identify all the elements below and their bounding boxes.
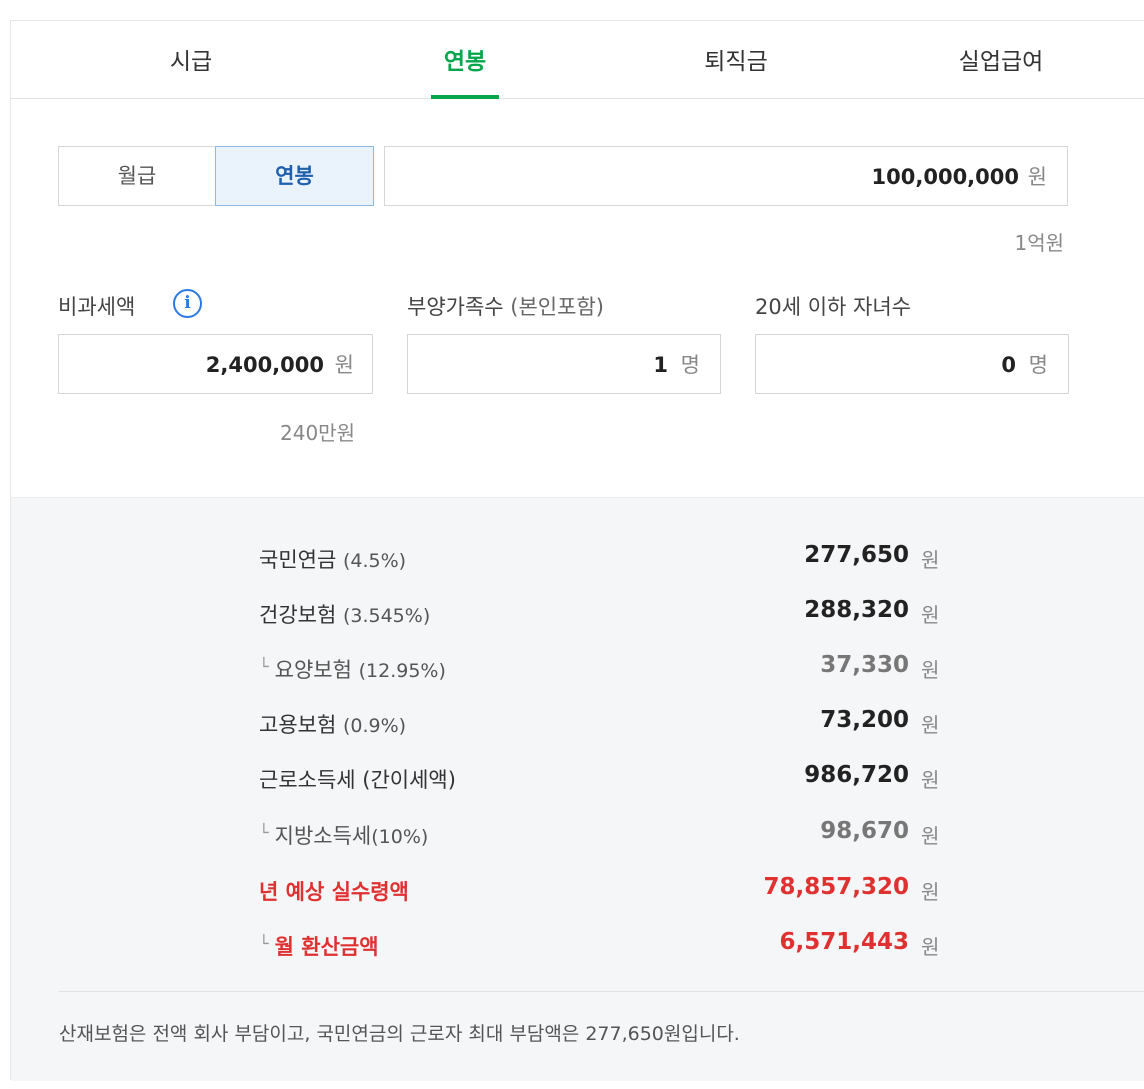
- salary-helper-text: 1억원: [1014, 231, 1064, 255]
- result-name: 근로소득세 (간이세액): [259, 768, 456, 792]
- result-name: 고용보험 (0.9%): [259, 713, 407, 737]
- tab-unemployment[interactable]: 실업급여: [936, 21, 1066, 99]
- monthly-toggle-button[interactable]: 월급: [58, 146, 216, 206]
- result-unit: 원: [921, 880, 940, 904]
- tab-hourly[interactable]: 시급: [141, 21, 241, 99]
- result-unit: 원: [921, 768, 940, 792]
- result-unit: 원: [921, 548, 940, 572]
- calculator-card: 시급 연봉 퇴직금 실업급여 월급 연봉 100,000,000 원 1억원 비…: [10, 20, 1144, 1081]
- footnote: 산재보험은 전액 회사 부담이고, 국민연금의 근로자 최대 부담액은 277,…: [59, 1023, 740, 1045]
- dependents-label-sub: (본인포함): [510, 295, 604, 319]
- children-label: 20세 이하 자녀수: [755, 295, 911, 319]
- result-amount: 78,857,320: [763, 874, 909, 900]
- dependents-input[interactable]: 1 명: [407, 334, 721, 394]
- children-value: 0: [1001, 353, 1016, 377]
- result-unit: 원: [921, 603, 940, 627]
- result-row-longterm-care: └ 요양보험 (12.95%) 37,330 원: [11, 650, 1144, 690]
- dependents-value: 1: [653, 353, 668, 377]
- dependents-unit: 명: [680, 353, 700, 377]
- result-row-annual-net: 년 예상 실수령액 78,857,320 원: [11, 872, 1144, 912]
- result-row-employment: 고용보험 (0.9%) 73,200 원: [11, 705, 1144, 745]
- results-panel: 국민연금 (4.5%) 277,650 원 건강보험 (3.545%) 288,…: [11, 497, 1144, 1081]
- result-amount: 37,330: [820, 652, 909, 678]
- results-divider: [59, 991, 1144, 992]
- tab-severance[interactable]: 퇴직금: [686, 21, 786, 99]
- result-name: └ 월 환산금액: [259, 934, 379, 959]
- result-row-income-tax: 근로소득세 (간이세액) 986,720 원: [11, 760, 1144, 800]
- active-tab-indicator: [431, 95, 499, 99]
- tab-annual[interactable]: 연봉: [415, 21, 515, 99]
- salary-value: 100,000,000: [871, 165, 1019, 189]
- result-row-local-tax: └ 지방소득세(10%) 98,670 원: [11, 816, 1144, 856]
- result-name: 건강보험 (3.545%): [259, 603, 431, 627]
- dependents-label: 부양가족수 (본인포함): [407, 291, 604, 321]
- result-unit: 원: [921, 713, 940, 737]
- result-unit: 원: [921, 824, 940, 848]
- result-amount: 986,720: [804, 762, 909, 788]
- result-amount: 98,670: [820, 818, 909, 844]
- info-icon[interactable]: i: [173, 289, 202, 318]
- result-amount: 73,200: [820, 707, 909, 733]
- nontax-input[interactable]: 2,400,000 원: [58, 334, 373, 394]
- result-unit: 원: [921, 935, 940, 959]
- result-row-pension: 국민연금 (4.5%) 277,650 원: [11, 540, 1144, 580]
- salary-unit: 원: [1027, 165, 1047, 189]
- result-amount: 6,571,443: [779, 929, 910, 955]
- result-amount: 277,650: [804, 542, 909, 568]
- dependents-label-text: 부양가족수: [407, 295, 504, 319]
- salary-input[interactable]: 100,000,000 원: [384, 146, 1068, 206]
- result-unit: 원: [921, 658, 940, 682]
- nontax-helper-text: 240만원: [280, 421, 355, 445]
- result-name: └ 요양보험 (12.95%): [259, 657, 446, 682]
- nontax-label: 비과세액: [58, 295, 136, 319]
- annual-toggle-button[interactable]: 연봉: [215, 146, 374, 206]
- children-input[interactable]: 0 명: [755, 334, 1069, 394]
- result-amount: 288,320: [804, 597, 909, 623]
- result-name: 국민연금 (4.5%): [259, 548, 407, 572]
- result-row-health: 건강보험 (3.545%) 288,320 원: [11, 595, 1144, 635]
- nontax-unit: 원: [334, 353, 354, 377]
- tab-bar: 시급 연봉 퇴직금 실업급여: [11, 21, 1144, 99]
- result-name: └ 지방소득세(10%): [259, 823, 429, 848]
- children-unit: 명: [1028, 353, 1048, 377]
- nontax-value: 2,400,000: [205, 353, 324, 377]
- result-name: 년 예상 실수령액: [259, 880, 409, 904]
- result-row-monthly-net: └ 월 환산금액 6,571,443 원: [11, 927, 1144, 967]
